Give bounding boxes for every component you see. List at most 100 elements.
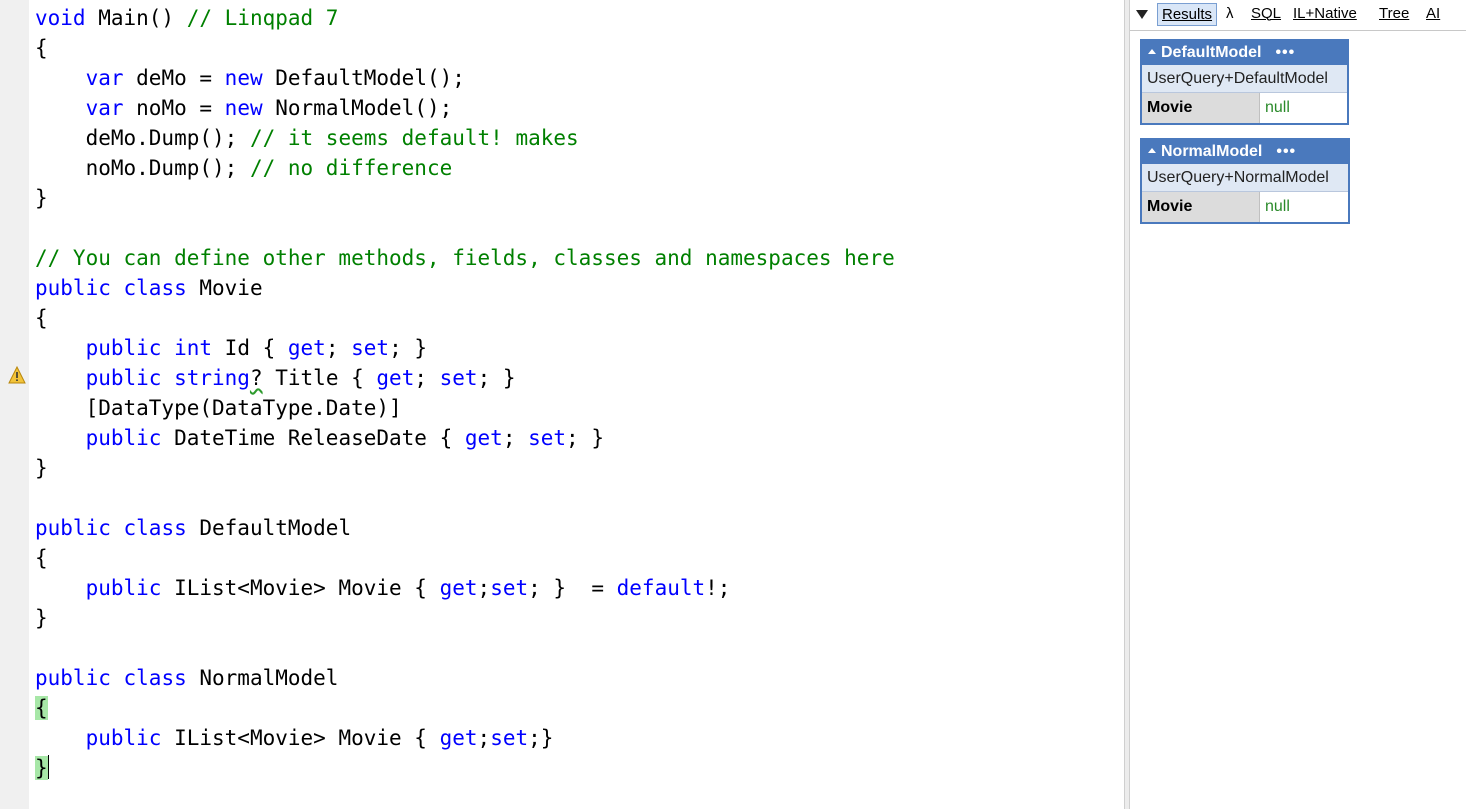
code-line[interactable]: public string? Title { get; set; } bbox=[35, 363, 895, 393]
code-comment: // You can define other methods, fields,… bbox=[35, 246, 895, 270]
editor-gutter bbox=[0, 0, 29, 809]
tab-lambda[interactable]: λ bbox=[1222, 3, 1238, 24]
code-line[interactable]: } bbox=[35, 453, 895, 483]
tab-il-native[interactable]: IL+Native bbox=[1289, 3, 1361, 24]
code-keyword: set bbox=[490, 726, 529, 750]
code-line[interactable]: public class Movie bbox=[35, 273, 895, 303]
code-keyword: set bbox=[351, 336, 390, 360]
code-editor[interactable]: void Main() // Linqpad 7 { var deMo = new… bbox=[0, 0, 1124, 809]
dump-property-row: Movie null bbox=[1142, 93, 1347, 123]
code-token: Title { bbox=[262, 366, 377, 390]
code-keyword: public bbox=[85, 576, 162, 600]
code-token: [DataType(DataType.Date)] bbox=[35, 396, 402, 420]
dump-normal-model: NormalModel ••• UserQuery+NormalModel Mov… bbox=[1140, 138, 1350, 224]
collapse-triangle-icon[interactable] bbox=[1136, 10, 1148, 19]
warning-icon[interactable] bbox=[8, 366, 26, 384]
code-line[interactable]: var noMo = new NormalModel(); bbox=[35, 93, 895, 123]
collapse-arrow-icon[interactable] bbox=[1148, 49, 1156, 54]
code-comment: // it seems default! makes bbox=[249, 126, 579, 150]
code-line[interactable]: public class NormalModel bbox=[35, 663, 895, 693]
code-line[interactable]: { bbox=[35, 543, 895, 573]
code-token: Main() bbox=[85, 6, 187, 30]
code-token: noMo = bbox=[123, 96, 225, 120]
code-line[interactable]: void Main() // Linqpad 7 bbox=[35, 3, 895, 33]
code-token: ; bbox=[325, 336, 352, 360]
collapse-arrow-icon[interactable] bbox=[1148, 148, 1156, 153]
code-line[interactable]: } bbox=[35, 603, 895, 633]
code-line[interactable]: public class DefaultModel bbox=[35, 513, 895, 543]
code-keyword: public bbox=[35, 276, 111, 300]
code-comment: // no difference bbox=[249, 156, 453, 180]
code-token: { bbox=[35, 696, 48, 720]
code-line[interactable]: noMo.Dump(); // no difference bbox=[35, 153, 895, 183]
code-line[interactable]: deMo.Dump(); // it seems default! makes bbox=[35, 123, 895, 153]
code-token: ; bbox=[502, 426, 529, 450]
code-token: { bbox=[35, 36, 48, 60]
more-icon[interactable]: ••• bbox=[1276, 143, 1296, 160]
code-line[interactable]: { bbox=[35, 693, 895, 723]
code-comment: // Linqpad 7 bbox=[186, 6, 339, 30]
code-token: ? bbox=[249, 366, 263, 390]
code-line[interactable]: public int Id { get; set; } bbox=[35, 333, 895, 363]
code-keyword: string bbox=[174, 366, 250, 390]
code-token: ; } bbox=[566, 426, 604, 450]
dump-default-model: DefaultModel ••• UserQuery+DefaultModel M… bbox=[1140, 39, 1349, 125]
code-keyword: public bbox=[35, 666, 111, 690]
code-text[interactable]: void Main() // Linqpad 7 { var deMo = new… bbox=[35, 3, 895, 783]
code-keyword: public bbox=[85, 366, 162, 390]
code-token: deMo.Dump(); bbox=[35, 126, 250, 150]
code-keyword: class bbox=[123, 276, 187, 300]
code-keyword: new bbox=[224, 66, 263, 90]
code-keyword: default bbox=[616, 576, 706, 600]
code-line[interactable]: { bbox=[35, 303, 895, 333]
tab-tree[interactable]: Tree bbox=[1375, 3, 1413, 24]
code-token: noMo.Dump(); bbox=[35, 156, 250, 180]
code-line[interactable] bbox=[35, 633, 895, 663]
code-token: DateTime ReleaseDate { bbox=[161, 426, 465, 450]
more-icon[interactable]: ••• bbox=[1275, 44, 1295, 61]
code-token: ; } bbox=[389, 336, 427, 360]
code-line[interactable]: public IList<Movie> Movie { get;set; } =… bbox=[35, 573, 895, 603]
code-keyword: set bbox=[490, 576, 529, 600]
dump-title: NormalModel bbox=[1161, 143, 1263, 160]
code-line[interactable]: [DataType(DataType.Date)] bbox=[35, 393, 895, 423]
code-token: NormalModel bbox=[186, 666, 339, 690]
code-line[interactable]: // You can define other methods, fields,… bbox=[35, 243, 895, 273]
code-token: ; bbox=[477, 726, 491, 750]
property-value: null bbox=[1265, 99, 1290, 116]
text-caret bbox=[47, 755, 50, 779]
code-keyword: set bbox=[439, 366, 478, 390]
code-keyword: void bbox=[35, 6, 86, 30]
code-line[interactable]: public DateTime ReleaseDate { get; set; … bbox=[35, 423, 895, 453]
code-token: ; bbox=[477, 576, 491, 600]
code-token: { bbox=[35, 306, 48, 330]
dump-title: DefaultModel bbox=[1161, 44, 1262, 61]
code-token: } bbox=[35, 456, 48, 480]
code-token: ; bbox=[414, 366, 440, 390]
tab-results[interactable]: Results bbox=[1157, 3, 1218, 26]
dump-header[interactable]: NormalModel ••• bbox=[1142, 140, 1348, 164]
code-line[interactable] bbox=[35, 483, 895, 513]
code-line[interactable]: } bbox=[35, 183, 895, 213]
code-line[interactable]: } bbox=[35, 753, 895, 783]
code-keyword: get bbox=[376, 366, 415, 390]
code-keyword: var bbox=[85, 96, 124, 120]
code-token: ; } = bbox=[528, 576, 617, 600]
code-line[interactable]: { bbox=[35, 33, 895, 63]
code-line[interactable] bbox=[35, 213, 895, 243]
dump-header[interactable]: DefaultModel ••• bbox=[1142, 41, 1347, 65]
code-line[interactable]: public IList<Movie> Movie { get;set;} bbox=[35, 723, 895, 753]
code-line[interactable]: var deMo = new DefaultModel(); bbox=[35, 63, 895, 93]
tab-ai[interactable]: AI bbox=[1422, 3, 1444, 24]
property-name: Movie bbox=[1142, 192, 1260, 222]
code-token: deMo = bbox=[123, 66, 225, 90]
dump-property-row: Movie null bbox=[1142, 192, 1348, 222]
code-keyword: class bbox=[123, 666, 187, 690]
code-token: IList<Movie> Movie { bbox=[161, 726, 440, 750]
tab-sql[interactable]: SQL bbox=[1247, 3, 1285, 24]
